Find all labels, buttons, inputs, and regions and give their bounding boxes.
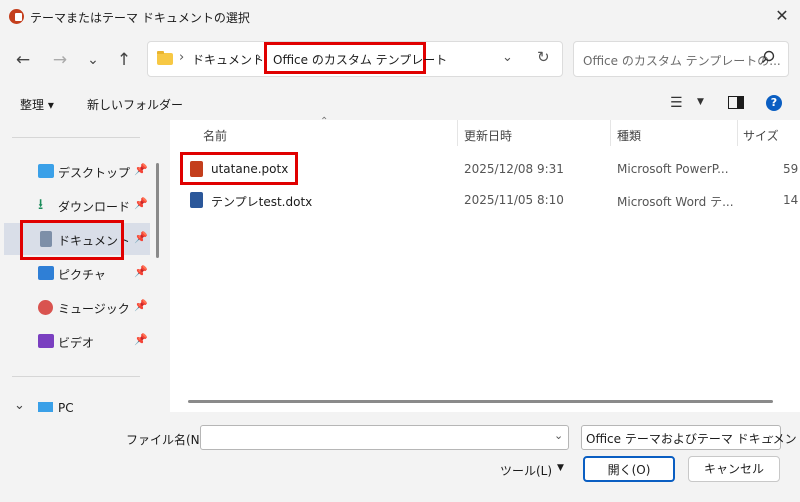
address-history-chevron-icon[interactable]: ⌄ (502, 50, 513, 65)
column-divider[interactable] (737, 120, 738, 146)
tools-dropdown-icon[interactable]: ▼ (557, 463, 564, 473)
file-type: Microsoft PowerP... (617, 162, 729, 176)
column-divider[interactable] (457, 120, 458, 146)
preview-pane-icon[interactable] (728, 96, 744, 109)
sidebar-item-music[interactable]: ミュージック 📌 (4, 291, 150, 323)
file-type: Microsoft Word テ... (617, 195, 734, 209)
sidebar-item-desktop[interactable]: デスクトップ 📌 (4, 155, 150, 187)
sidebar-item-downloads[interactable]: ⭳ ダウンロード 📌 (4, 189, 150, 221)
pin-icon[interactable]: 📌 (134, 333, 148, 346)
help-icon[interactable]: ? (766, 95, 782, 111)
pc-icon (38, 402, 53, 412)
pin-icon[interactable]: 📌 (134, 265, 148, 278)
new-folder-button[interactable]: 新しいフォルダー (87, 96, 183, 113)
sort-ascending-icon: ⌃ (320, 116, 329, 127)
pin-icon[interactable]: 📌 (134, 197, 148, 210)
pc-expand-chevron-icon[interactable]: ⌄ (14, 398, 25, 413)
sidebar-item-label: ビデオ (58, 336, 95, 350)
sidebar-item-pictures[interactable]: ピクチャ 📌 (4, 257, 150, 289)
tools-menu[interactable]: ツール(L) (500, 462, 552, 479)
sidebar-item-label: ミュージック (58, 302, 130, 316)
filename-input[interactable] (200, 425, 569, 450)
back-button[interactable]: ← (12, 49, 34, 71)
sidebar-item-videos[interactable]: ビデオ 📌 (4, 325, 150, 357)
close-button[interactable]: ✕ (770, 5, 794, 27)
column-header-name[interactable]: 名前 (203, 127, 227, 144)
file-modified: 2025/12/08 9:31 (464, 162, 564, 176)
filename-history-chevron-icon[interactable]: ⌄ (554, 429, 563, 442)
breadcrumb-separator: › (256, 50, 262, 65)
documents-highlight-box (20, 220, 124, 260)
breadcrumb-current: Office のカスタム テンプレート (273, 53, 448, 67)
sidebar-item-label: デスクトップ (58, 166, 131, 180)
sidebar-item-pc[interactable]: PC (58, 401, 74, 412)
view-dropdown-icon[interactable]: ▼ (697, 97, 704, 107)
refresh-icon[interactable]: ↻ (537, 48, 550, 66)
breadcrumb-documents[interactable]: ドキュメント (192, 51, 264, 68)
powerpoint-app-icon (9, 9, 24, 24)
file-size: 59 (783, 162, 799, 176)
file-name[interactable]: テンプレtest.dotx (211, 193, 312, 210)
view-options-icon[interactable]: ☰ (670, 95, 683, 111)
filetype-chevron-icon[interactable]: ⌄ (767, 430, 775, 441)
pin-icon[interactable]: 📌 (134, 231, 148, 244)
folder-icon (157, 51, 173, 65)
video-icon (38, 334, 54, 348)
file-modified: 2025/11/05 8:10 (464, 193, 564, 207)
horizontal-scrollbar[interactable] (188, 400, 773, 403)
filename-label: ファイル名(N): (126, 433, 209, 447)
recent-locations-button[interactable]: ⌄ (82, 49, 104, 71)
search-icon[interactable] (761, 50, 775, 64)
pin-icon[interactable]: 📌 (134, 299, 148, 312)
column-header-size[interactable]: サイズ (743, 127, 779, 144)
sidebar-divider (12, 137, 140, 138)
column-header-modified[interactable]: 更新日時 (464, 127, 512, 144)
forward-button[interactable]: → (49, 49, 71, 71)
window-title: テーマまたはテーマ ドキュメントの選択 (30, 11, 250, 25)
cancel-button[interactable]: キャンセル (688, 456, 780, 482)
download-icon: ⭳ (38, 195, 44, 213)
sidebar-item-label: ピクチャ (58, 268, 106, 282)
search-placeholder: Office のカスタム テンプレートの... (583, 54, 781, 68)
music-icon (38, 300, 53, 315)
organize-menu[interactable]: 整理 ▾ (20, 96, 54, 113)
pin-icon[interactable]: 📌 (134, 163, 148, 176)
sidebar-item-label: ダウンロード (58, 200, 131, 214)
column-divider[interactable] (610, 120, 611, 146)
file-highlight-box (180, 152, 298, 185)
sidebar-divider (12, 376, 140, 377)
up-button[interactable]: ↑ (113, 49, 135, 71)
column-header-type[interactable]: 種類 (617, 127, 641, 144)
file-size: 14 (783, 193, 799, 207)
desktop-icon (38, 164, 54, 178)
sidebar-scrollbar[interactable] (156, 163, 159, 258)
open-button[interactable]: 開く(O) (583, 456, 675, 482)
word-template-icon (190, 192, 203, 208)
pictures-icon (38, 266, 54, 280)
breadcrumb-separator: › (179, 50, 185, 65)
breadcrumb-current-highlight[interactable]: Office のカスタム テンプレート (264, 42, 447, 74)
